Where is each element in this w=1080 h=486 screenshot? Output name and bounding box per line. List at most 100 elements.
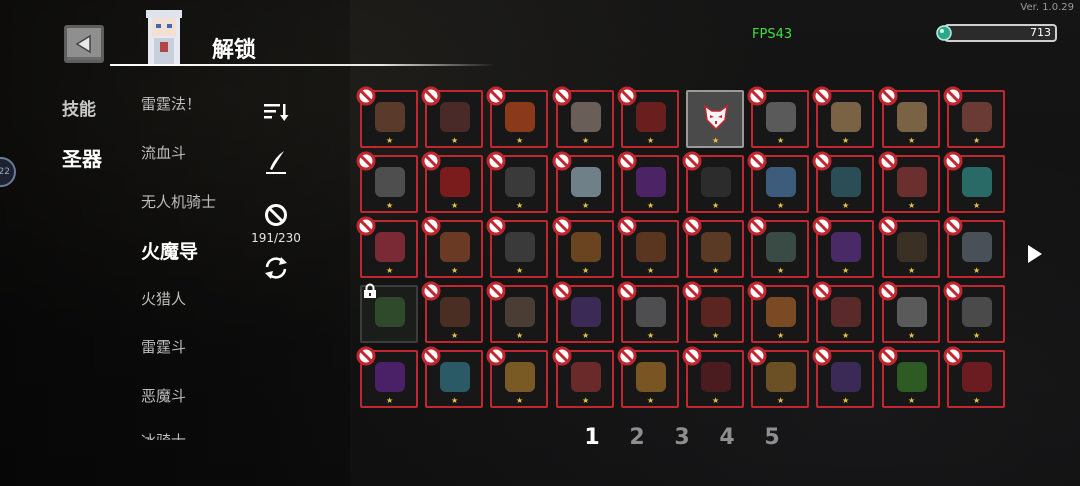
edit-button[interactable] <box>262 148 290 176</box>
relic-slot[interactable]: ★ <box>682 216 744 278</box>
relic-slot[interactable]: ★ <box>812 281 874 343</box>
rarity-star-icon: ★ <box>973 136 981 145</box>
relic-slot[interactable]: ★ <box>617 281 679 343</box>
relic-slot[interactable]: ★ <box>682 151 744 213</box>
relic-slot[interactable]: ★ <box>878 151 940 213</box>
rarity-star-icon: ★ <box>386 136 394 145</box>
rarity-star-icon: ★ <box>451 331 459 340</box>
relic-slot[interactable]: ★ <box>617 216 679 278</box>
tab-skills[interactable]: 技能 <box>62 95 96 120</box>
relic-slot[interactable]: ★ <box>356 216 418 278</box>
rarity-star-icon: ★ <box>842 266 850 275</box>
ticket-relic-icon <box>766 297 796 327</box>
page-number[interactable]: 1 <box>580 425 604 450</box>
relic-slot[interactable]: ★ <box>943 281 1005 343</box>
relic-slot[interactable]: ★ <box>878 346 940 408</box>
rarity-star-icon: ★ <box>908 266 916 275</box>
relic-slot[interactable]: ★ <box>486 151 548 213</box>
banned-icon <box>486 151 506 171</box>
rarity-star-icon: ★ <box>647 396 655 405</box>
rarity-star-icon: ★ <box>777 136 785 145</box>
relic-slot[interactable]: ★ <box>812 216 874 278</box>
refresh-button[interactable] <box>262 254 290 282</box>
character-item-selected[interactable]: 火魔导 <box>141 237 198 264</box>
character-item[interactable]: 火猎人 <box>141 288 186 309</box>
banned-icon <box>617 346 637 366</box>
relic-slot[interactable]: ★ <box>686 90 744 148</box>
rarity-star-icon: ★ <box>842 396 850 405</box>
relic-slot[interactable]: ★ <box>878 86 940 148</box>
page-number[interactable]: 3 <box>670 425 694 450</box>
banned-icon <box>617 151 637 171</box>
tab-relics[interactable]: 圣器 <box>62 143 102 172</box>
sort-button[interactable] <box>262 98 290 126</box>
relic-slot[interactable]: ★ <box>747 346 809 408</box>
relic-slot[interactable]: ★ <box>552 346 614 408</box>
relic-slot[interactable]: ★ <box>682 281 744 343</box>
banned-icon <box>552 216 572 236</box>
character-item[interactable]: 雷霆法！ <box>141 93 201 114</box>
relic-slot[interactable]: ★ <box>812 346 874 408</box>
relic-slot[interactable]: ★ <box>943 151 1005 213</box>
page-number[interactable]: 2 <box>625 425 649 450</box>
swords-relic-icon <box>636 297 666 327</box>
ban-filter-button[interactable] <box>262 201 290 229</box>
relic-slot[interactable]: ★ <box>878 216 940 278</box>
relic-slot[interactable]: ★ <box>356 86 418 148</box>
rarity-star-icon: ★ <box>516 266 524 275</box>
relic-slot[interactable]: ★ <box>878 281 940 343</box>
relic-slot[interactable]: ★ <box>421 281 483 343</box>
relic-slot[interactable]: ★ <box>421 216 483 278</box>
relic-slot[interactable]: ★ <box>943 86 1005 148</box>
relic-slot[interactable] <box>360 283 418 343</box>
relic-slot[interactable]: ★ <box>812 86 874 148</box>
sort-icon <box>264 104 289 121</box>
relic-slot[interactable]: ★ <box>943 216 1005 278</box>
relic-slot[interactable]: ★ <box>486 86 548 148</box>
rarity-star-icon: ★ <box>712 396 720 405</box>
bag-relic-icon <box>505 297 535 327</box>
relic-slot[interactable]: ★ <box>747 216 809 278</box>
relic-slot[interactable]: ★ <box>747 151 809 213</box>
relic-slot[interactable]: ★ <box>421 151 483 213</box>
character-item[interactable]: 雷霆斗 <box>141 336 186 357</box>
relic-slot[interactable]: ★ <box>486 216 548 278</box>
gem-icon <box>936 25 952 41</box>
relic-slot[interactable]: ★ <box>747 86 809 148</box>
relic-slot[interactable]: ★ <box>356 346 418 408</box>
banned-icon <box>617 86 637 106</box>
banned-icon <box>747 86 767 106</box>
character-item[interactable]: 恶魔斗 <box>141 385 186 406</box>
relic-slot[interactable]: ★ <box>682 346 744 408</box>
banned-icon <box>878 281 898 301</box>
fox-mask-relic-icon <box>701 102 731 132</box>
banned-icon <box>356 346 376 366</box>
relic-slot[interactable]: ★ <box>747 281 809 343</box>
rarity-star-icon: ★ <box>908 396 916 405</box>
relic-slot[interactable]: ★ <box>552 281 614 343</box>
relic-slot[interactable]: ★ <box>617 86 679 148</box>
relic-slot[interactable]: ★ <box>486 281 548 343</box>
relic-slot[interactable]: ★ <box>552 216 614 278</box>
relic-slot[interactable]: ★ <box>943 346 1005 408</box>
relic-slot[interactable]: ★ <box>356 151 418 213</box>
relic-slot[interactable]: ★ <box>552 86 614 148</box>
character-item[interactable]: 流血斗 <box>141 142 186 163</box>
banned-icon <box>682 216 702 236</box>
rarity-star-icon: ★ <box>451 266 459 275</box>
relic-slot[interactable]: ★ <box>812 151 874 213</box>
character-item[interactable]: 冰骑士 <box>141 430 186 440</box>
relic-slot[interactable]: ★ <box>617 346 679 408</box>
page-number[interactable]: 5 <box>760 425 784 450</box>
chocolate-relic-icon <box>701 232 731 262</box>
relic-slot[interactable]: ★ <box>617 151 679 213</box>
back-button[interactable] <box>64 25 104 63</box>
relic-slot[interactable]: ★ <box>552 151 614 213</box>
character-item[interactable]: 无人机骑士 <box>141 191 216 212</box>
next-page-arrow-icon[interactable] <box>1026 243 1044 265</box>
relic-slot[interactable]: ★ <box>421 86 483 148</box>
relic-slot[interactable]: ★ <box>421 346 483 408</box>
page-number[interactable]: 4 <box>715 425 739 450</box>
banned-icon <box>943 151 963 171</box>
relic-slot[interactable]: ★ <box>486 346 548 408</box>
